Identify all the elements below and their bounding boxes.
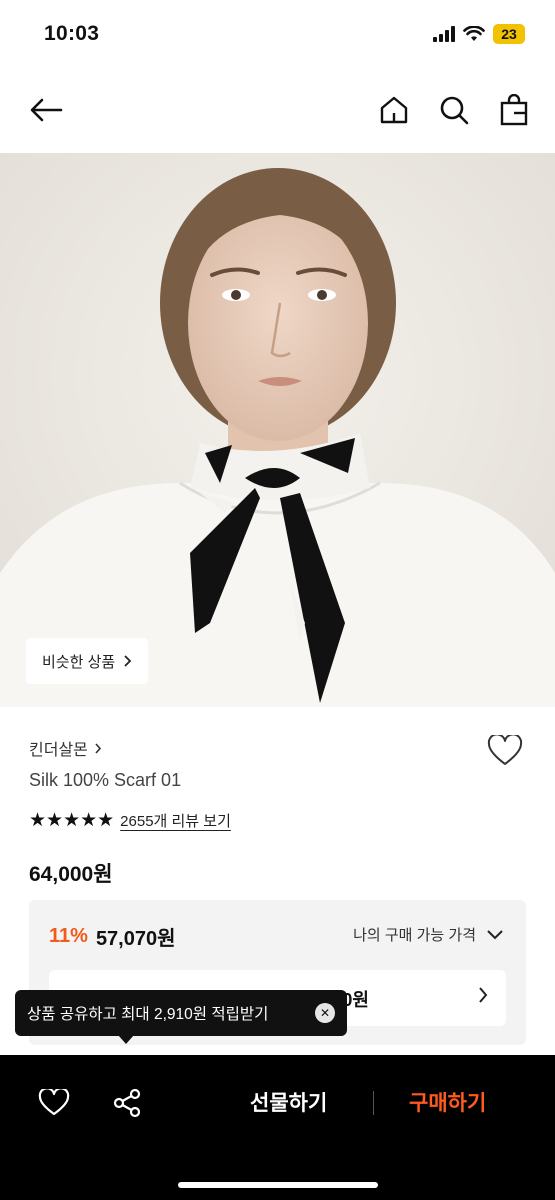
bottom-action-bar: 선물하기 구매하기	[0, 1055, 555, 1200]
status-time: 10:03	[44, 22, 100, 45]
arrow-left-icon[interactable]	[26, 90, 66, 130]
product-name: Silk 100% Scarf 01	[29, 770, 182, 790]
product-image[interactable]: 비슷한 상품	[0, 153, 555, 707]
star-rating: ★★★★★	[29, 810, 115, 831]
shopping-bag-icon[interactable]	[494, 90, 534, 130]
discount-price: 57,070원	[95, 928, 176, 950]
close-icon[interactable]: ✕	[315, 1003, 335, 1023]
heart-icon[interactable]	[36, 1085, 72, 1121]
product-price: 64,000원	[29, 863, 113, 886]
wifi-icon	[463, 26, 485, 41]
battery-icon: 23	[493, 24, 525, 44]
buy-button[interactable]: 구매하기	[409, 1087, 486, 1117]
similar-products-label: 비슷한 상품	[42, 653, 116, 671]
home-indicator	[178, 1182, 378, 1188]
chevron-right-icon	[124, 655, 132, 667]
top-nav	[0, 80, 555, 140]
chevron-right-icon	[479, 987, 488, 1003]
signal-icon	[433, 26, 455, 42]
discount-row: 11% 57,070원	[49, 922, 176, 951]
rating-row: ★★★★★ 2655개 리뷰 보기	[29, 810, 231, 831]
brand-name: 킨더살몬	[29, 742, 88, 759]
share-reward-tooltip: 상품 공유하고 최대 2,910원 적립받기 ✕	[15, 990, 347, 1036]
search-icon[interactable]	[434, 90, 474, 130]
tooltip-text: 상품 공유하고 최대 2,910원 적립받기	[27, 1006, 269, 1023]
share-icon[interactable]	[109, 1085, 145, 1121]
status-bar: 10:03 23	[0, 0, 555, 70]
model-illustration	[0, 153, 555, 707]
wishlist-heart-icon[interactable]	[487, 733, 523, 769]
discount-percent: 11%	[49, 925, 88, 947]
brand-link[interactable]: 킨더살몬	[29, 736, 102, 760]
my-price-toggle[interactable]: 나의 구매 가능 가격	[353, 924, 504, 945]
gift-button[interactable]: 선물하기	[250, 1087, 327, 1117]
home-icon[interactable]	[374, 90, 414, 130]
review-link[interactable]: 2655개 리뷰 보기	[120, 810, 231, 831]
tooltip-tail	[118, 1035, 134, 1044]
similar-products-button[interactable]: 비슷한 상품	[26, 638, 149, 684]
divider	[373, 1091, 374, 1115]
my-price-label: 나의 구매 가능 가격	[353, 927, 476, 944]
chevron-down-icon	[487, 930, 503, 940]
status-icons: 23	[433, 24, 525, 44]
chevron-right-icon	[95, 742, 101, 754]
